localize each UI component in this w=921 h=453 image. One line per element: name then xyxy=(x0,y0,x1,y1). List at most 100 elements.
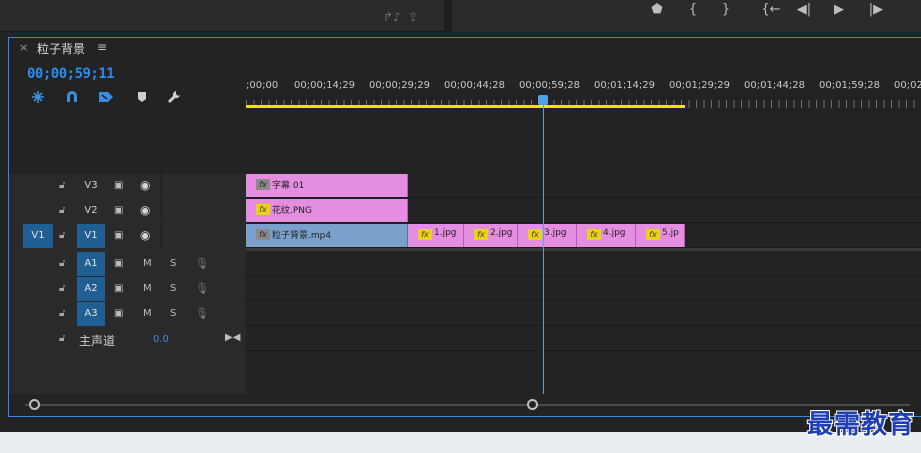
go-to-in-icon[interactable]: {← xyxy=(760,2,782,18)
go-to-end-icon[interactable]: ▶◀ xyxy=(225,332,240,343)
lock-icon[interactable]: 🔓︎ xyxy=(59,180,65,191)
export-frame-icon[interactable]: ⇪ xyxy=(408,10,418,24)
lock-icon[interactable]: 🔓︎ xyxy=(59,258,65,269)
master-volume-value[interactable]: 0.0 xyxy=(153,334,169,345)
clip-image[interactable]: fx 4.jpg xyxy=(577,224,636,247)
clip-label: 粒子背景.mp4 xyxy=(272,231,332,241)
step-forward-icon[interactable]: |▶ xyxy=(866,2,886,18)
zoom-scroll-bar[interactable] xyxy=(17,396,921,414)
lane-a2[interactable] xyxy=(246,277,921,301)
solo-button[interactable]: S xyxy=(170,308,176,319)
play-icon[interactable]: ▶ xyxy=(830,2,848,18)
solo-button[interactable]: S xyxy=(170,283,176,294)
add-marker-icon[interactable] xyxy=(133,90,151,108)
track-header-a3: 🔓︎ A3 ▣ M S 🎙︎ xyxy=(9,302,246,326)
premiere-timeline-window: ↱♪ ⇪ ⬟ { } {← ◀| ▶ |▶ × 粒子背景 ≡ 00;00;59;… xyxy=(0,0,921,453)
watermark: 最需教育 xyxy=(806,410,915,440)
lane-v1[interactable]: fx 粒子背景.mp4 fx 1.jpg fx 2.jpg fx 3.jpg fx 4.j… xyxy=(246,224,921,248)
fx-badge: fx xyxy=(256,179,270,190)
panel-menu-icon[interactable]: ≡ xyxy=(97,40,107,54)
playhead-line[interactable] xyxy=(543,96,544,394)
clip-title[interactable]: fx 字幕 01 xyxy=(246,174,408,197)
toggle-sync-icon[interactable]: ▣ xyxy=(114,308,123,319)
ruler-label: 00;01;44;28 xyxy=(744,80,806,91)
lane-a3[interactable] xyxy=(246,302,921,326)
toggle-sync-icon[interactable]: ▣ xyxy=(114,258,123,269)
track-header-v2: 🔓︎ V2 ▣ ◉ xyxy=(9,199,246,223)
ruler-label: ;00;00 xyxy=(246,80,279,91)
panel-divider[interactable] xyxy=(444,0,452,32)
fx-badge: fx xyxy=(587,229,601,240)
toggle-output-icon[interactable]: ▣ xyxy=(114,180,123,191)
lane-v3[interactable]: fx 字幕 01 xyxy=(246,174,921,198)
lane-v2[interactable]: fx 花纹.PNG xyxy=(246,199,921,223)
mute-button[interactable]: M xyxy=(143,308,152,319)
track-name[interactable]: A2 xyxy=(77,277,105,301)
clip-label: 2.jpg xyxy=(490,228,513,238)
ruler-label: 00;01;29;29 xyxy=(669,80,731,91)
clip-png[interactable]: fx 花纹.PNG xyxy=(246,199,408,222)
track-name[interactable]: V2 xyxy=(77,204,105,222)
source-patch-v1[interactable]: V1 xyxy=(23,224,53,248)
fx-badge: fx xyxy=(418,229,432,240)
fx-badge: fx xyxy=(646,229,660,240)
work-area-bar[interactable] xyxy=(246,105,685,108)
lock-icon[interactable]: 🔓︎ xyxy=(59,230,65,241)
mute-button[interactable]: M xyxy=(143,258,152,269)
toggle-output-icon[interactable]: ▣ xyxy=(114,230,123,241)
solo-button[interactable]: S xyxy=(170,258,176,269)
nest-sequence-icon[interactable] xyxy=(29,90,47,108)
divider xyxy=(161,224,162,248)
mic-icon[interactable]: 🎙︎ xyxy=(195,307,209,320)
mic-icon[interactable]: 🎙︎ xyxy=(195,282,209,295)
source-monitor-bottom-bar: ↱♪ ⇪ xyxy=(0,0,444,32)
fx-badge: fx xyxy=(474,229,488,240)
lock-icon[interactable]: 🔓︎ xyxy=(59,205,65,216)
eye-icon[interactable]: ◉ xyxy=(140,203,150,217)
track-name[interactable]: V3 xyxy=(77,179,105,197)
lane-master[interactable] xyxy=(246,327,921,351)
toggle-output-icon[interactable]: ▣ xyxy=(114,205,123,216)
track-name[interactable]: V1 xyxy=(77,224,105,248)
playhead-timecode[interactable]: 00;00;59;11 xyxy=(27,66,115,82)
wrench-icon[interactable] xyxy=(165,90,183,108)
add-marker-icon[interactable]: ⬟ xyxy=(648,2,666,18)
track-name[interactable]: A1 xyxy=(77,252,105,276)
clip-label: 花纹.PNG xyxy=(272,206,312,216)
step-back-icon[interactable]: ◀| xyxy=(794,2,814,18)
program-monitor-controls: ⬟ { } {← ◀| ▶ |▶ xyxy=(452,0,921,32)
mark-in-icon[interactable]: { xyxy=(684,2,702,18)
track-header-master: 🔓︎ 主声道 0.0 ▶◀ xyxy=(9,327,246,351)
linked-selection-icon[interactable] xyxy=(97,90,115,108)
close-icon[interactable]: × xyxy=(19,41,28,54)
scroll-track[interactable] xyxy=(25,404,910,406)
clip-video[interactable]: fx 粒子背景.mp4 xyxy=(246,224,408,247)
eye-icon[interactable]: ◉ xyxy=(140,178,150,192)
snap-magnet-icon[interactable] xyxy=(63,90,81,108)
toggle-sync-icon[interactable]: ▣ xyxy=(114,283,123,294)
clip-image[interactable]: fx 3.jpg xyxy=(518,224,577,247)
time-ruler[interactable]: ;00;00 00;00;14;29 00;00;29;29 00;00;44;… xyxy=(246,60,921,110)
clip-image[interactable]: fx 2.jpg xyxy=(464,224,518,247)
clip-image[interactable]: fx 1.jpg xyxy=(408,224,464,247)
timeline-spacer xyxy=(246,110,921,174)
mic-icon[interactable]: 🎙︎ xyxy=(195,257,209,270)
mark-out-icon[interactable]: } xyxy=(717,2,735,18)
video-audio-divider[interactable] xyxy=(246,248,921,251)
clip-image[interactable]: fx 5.jp xyxy=(636,224,685,247)
lane-a1[interactable] xyxy=(246,252,921,276)
scroll-handle-left[interactable] xyxy=(29,399,40,410)
mute-button[interactable]: M xyxy=(143,283,152,294)
insert-icon[interactable]: ↱♪ xyxy=(383,10,401,24)
sequence-tab-title[interactable]: 粒子背景 xyxy=(37,40,85,57)
timeline-panel: × 粒子背景 ≡ 00;00;59;11 ;00;00 00;00;14;29 … xyxy=(8,37,921,417)
lock-icon[interactable]: 🔓︎ xyxy=(59,283,65,294)
track-header-a1: 🔓︎ A1 ▣ M S 🎙︎ xyxy=(9,252,246,276)
scroll-handle-right[interactable] xyxy=(527,399,538,410)
lock-icon[interactable]: 🔓︎ xyxy=(59,333,65,344)
lock-icon[interactable]: 🔓︎ xyxy=(59,308,65,319)
header-spacer xyxy=(9,110,246,174)
eye-icon[interactable]: ◉ xyxy=(140,228,150,242)
ruler-label: 00;00;59;28 xyxy=(519,80,581,91)
track-name[interactable]: A3 xyxy=(77,302,105,326)
